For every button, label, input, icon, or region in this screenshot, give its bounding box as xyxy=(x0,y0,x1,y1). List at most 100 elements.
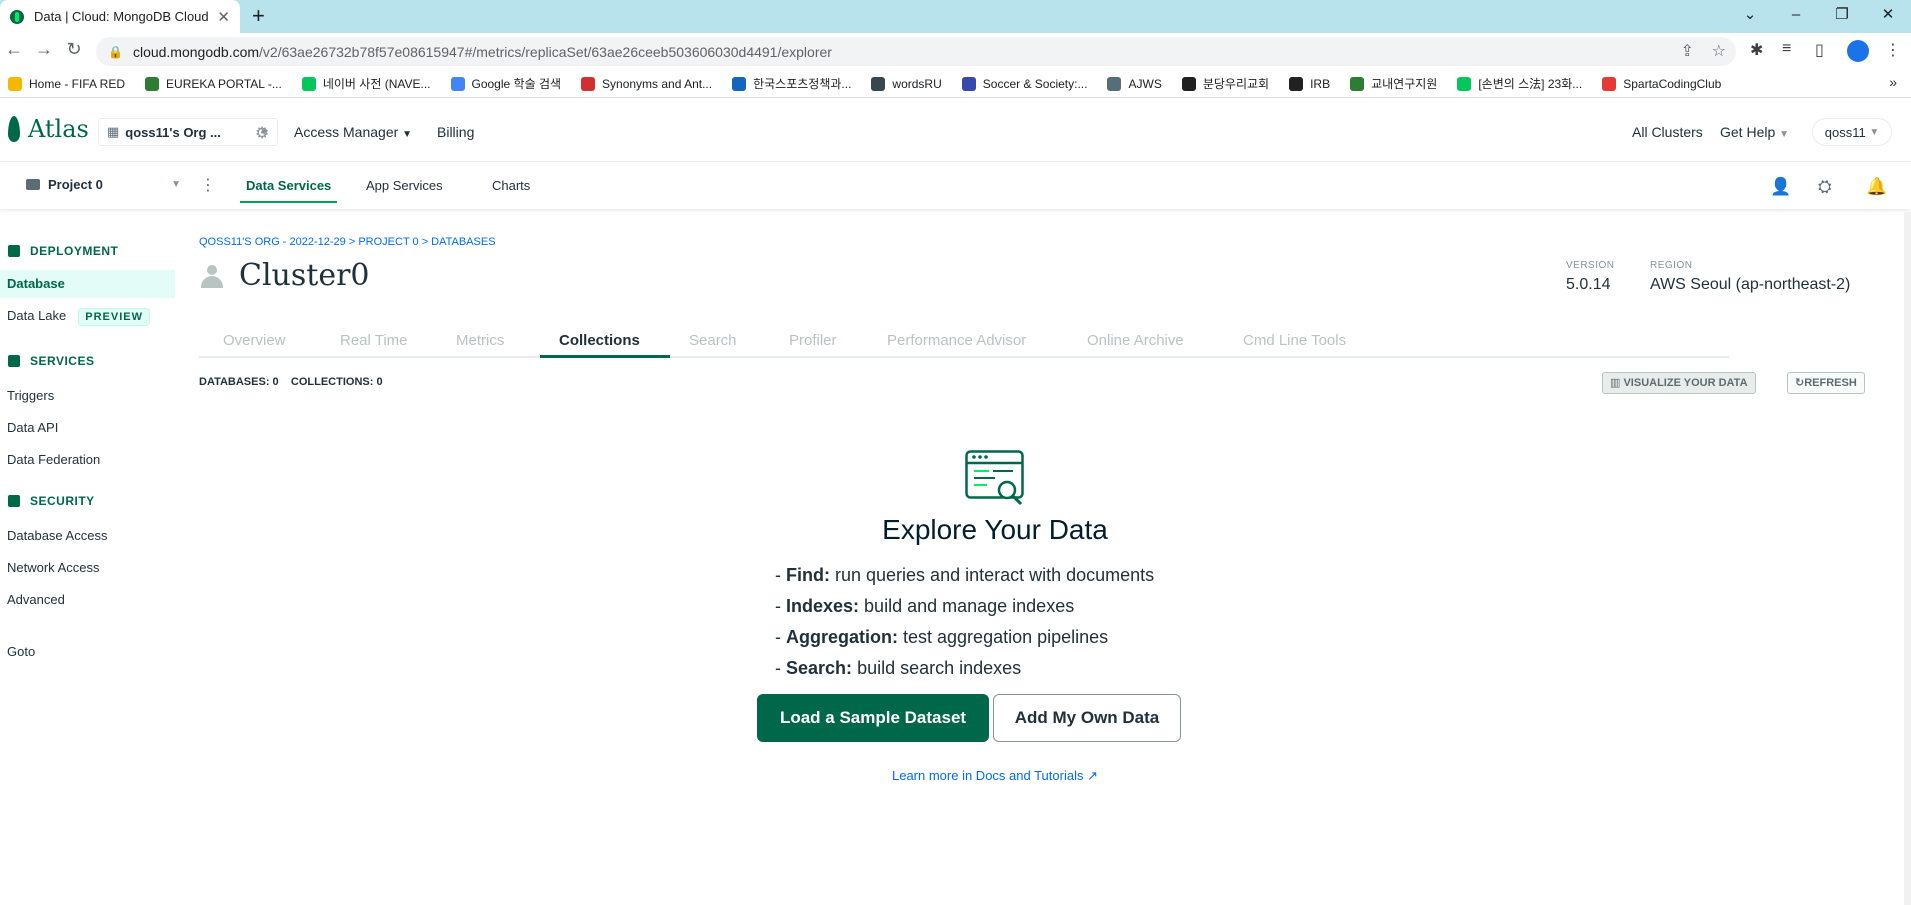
version-value: 5.0.14 xyxy=(1566,276,1611,293)
window-close-icon[interactable]: ✕ xyxy=(1865,0,1911,30)
tab-data-services[interactable]: Data Services xyxy=(239,178,338,203)
tab-cmd-line-tools[interactable]: Cmd Line Tools xyxy=(1243,332,1346,349)
url-input[interactable]: 🔒 cloud.mongodb.com/v2/63ae26732b78f57e0… xyxy=(96,37,1736,66)
forward-icon[interactable]: → xyxy=(32,39,56,60)
tab-title: Data | Cloud: MongoDB Cloud xyxy=(34,9,209,24)
caret-down-icon: ▼ xyxy=(402,129,413,140)
services-icon xyxy=(8,355,20,367)
bookmark-label: EUREKA PORTAL -... xyxy=(166,76,282,91)
cluster-icon xyxy=(199,263,225,289)
feature-name: Indexes: xyxy=(786,596,860,616)
get-help-menu[interactable]: Get Help ▼ xyxy=(1720,124,1789,140)
all-clusters-link[interactable]: All Clusters xyxy=(1632,124,1703,140)
bookmark-item[interactable]: 교내연구지원 xyxy=(1350,75,1437,92)
tab-app-services[interactable]: App Services xyxy=(366,178,443,193)
browser-tab[interactable]: Data | Cloud: MongoDB Cloud ✕ xyxy=(0,0,240,33)
bookmark-item[interactable]: AJWS xyxy=(1107,76,1162,91)
minimize-icon[interactable]: – xyxy=(1773,0,1819,30)
bookmark-item[interactable]: Soccer & Society:... xyxy=(961,76,1087,91)
address-bar-row: ← → ↻ 🔒 cloud.mongodb.com/v2/63ae26732b7… xyxy=(0,33,1911,70)
bookmark-item[interactable]: Home - FIFA RED xyxy=(8,76,126,91)
bookmark-favicon-icon xyxy=(581,76,596,91)
tab-close-icon[interactable]: ✕ xyxy=(217,8,230,26)
get-help-label: Get Help xyxy=(1720,124,1776,140)
bookmark-label: Synonyms and Ant... xyxy=(602,76,713,91)
sidebar-item-data-api[interactable]: Data API xyxy=(0,414,175,442)
bookmark-favicon-icon xyxy=(1350,76,1365,91)
share-star-icons[interactable]: ⇪ ☆ xyxy=(1680,41,1726,61)
billing-link[interactable]: Billing xyxy=(437,124,474,140)
bookmark-label: Google 학술 검색 xyxy=(471,77,562,91)
org-selector[interactable]: ▦ qoss11's Org ... ▼ xyxy=(98,118,278,146)
sidebar-item-data-federation[interactable]: Data Federation xyxy=(0,446,175,474)
profile-avatar-icon[interactable] xyxy=(1847,40,1869,62)
sidebar-item-data-lake[interactable]: Data Lake PREVIEW xyxy=(0,302,175,330)
more-vertical-icon[interactable]: ⋮ xyxy=(200,175,216,195)
activity-feed-icon[interactable]: ⛭ xyxy=(1818,177,1832,197)
add-own-data-button[interactable]: Add My Own Data xyxy=(993,694,1181,742)
section-deployment: DEPLOYMENT xyxy=(8,244,118,258)
tab-real-time[interactable]: Real Time xyxy=(340,332,408,349)
section-label: SECURITY xyxy=(30,494,95,508)
visualize-data-button[interactable]: ▥ VISUALIZE YOUR DATA xyxy=(1602,372,1756,394)
bookmark-item[interactable]: 네이버 사전 (NAVE... xyxy=(301,75,431,92)
tab-collections[interactable]: Collections xyxy=(559,332,640,349)
cluster-tabs: Overview Real Time Metrics Collections S… xyxy=(199,324,1729,358)
tab-online-archive[interactable]: Online Archive xyxy=(1087,332,1184,349)
bell-icon[interactable]: 🔔 xyxy=(1866,177,1887,197)
refresh-button[interactable]: ↻REFRESH xyxy=(1787,372,1865,394)
bookmark-favicon-icon xyxy=(1289,76,1304,91)
lock-icon: 🔒 xyxy=(108,44,123,59)
sidebar-item-triggers[interactable]: Triggers xyxy=(0,382,175,410)
bookmark-favicon-icon xyxy=(450,76,465,91)
bookmark-item[interactable]: Synonyms and Ant... xyxy=(581,76,713,91)
page-title: Cluster0 xyxy=(239,258,370,293)
bookmark-item[interactable]: IRB xyxy=(1289,76,1330,91)
sidebar-item-network-access[interactable]: Network Access xyxy=(0,554,175,582)
sidebar-item-advanced[interactable]: Advanced xyxy=(0,586,175,614)
tab-profiler[interactable]: Profiler xyxy=(789,332,837,349)
bookmark-favicon-icon xyxy=(1107,76,1122,91)
lock-icon xyxy=(8,495,20,507)
bookmark-item[interactable]: wordsRU xyxy=(871,76,942,91)
chrome-menu-icon[interactable]: ⋮ xyxy=(1885,40,1901,60)
invite-user-icon[interactable]: 👤 xyxy=(1770,177,1791,197)
feature-name: Find: xyxy=(786,565,830,585)
access-manager-menu[interactable]: Access Manager ▼ xyxy=(294,124,412,140)
learn-more-label: Learn more in Docs and Tutorials xyxy=(891,768,1084,783)
logo-text: Atlas xyxy=(28,115,89,143)
bookmark-label: Home - FIFA RED xyxy=(29,76,126,91)
side-panel-icon[interactable]: ▯ xyxy=(1815,40,1824,60)
tab-metrics[interactable]: Metrics xyxy=(456,332,504,349)
tab-search[interactable]: Search xyxy=(689,332,737,349)
breadcrumb[interactable]: QOSS11'S ORG - 2022-12-29 > PROJECT 0 > … xyxy=(199,236,496,248)
bookmark-item[interactable]: Google 학술 검색 xyxy=(450,75,562,92)
tab-search-icon[interactable]: ⌄ xyxy=(1727,0,1773,30)
sidebar-item-database-access[interactable]: Database Access xyxy=(0,522,175,550)
user-menu[interactable]: qoss11 ▼ xyxy=(1812,118,1892,146)
atlas-logo[interactable]: Atlas xyxy=(8,115,89,143)
extensions-icon[interactable]: ✱ xyxy=(1750,40,1763,60)
bookmark-item[interactable]: 한국스포츠정책과... xyxy=(732,75,851,92)
tab-overview[interactable]: Overview xyxy=(223,332,286,349)
bookmark-item[interactable]: SpartaCodingClub xyxy=(1602,76,1721,91)
tab-performance-advisor[interactable]: Performance Advisor xyxy=(887,332,1026,349)
project-selector[interactable]: Project 0 ▼ xyxy=(26,177,181,192)
sidebar-item-goto[interactable]: Goto xyxy=(0,638,175,666)
scrollbar[interactable] xyxy=(1904,212,1911,905)
bookmarks-overflow-icon[interactable]: » xyxy=(1889,74,1897,90)
tab-charts[interactable]: Charts xyxy=(492,178,530,193)
bookmark-item[interactable]: EUREKA PORTAL -... xyxy=(145,76,282,91)
restore-icon[interactable]: ❐ xyxy=(1819,0,1865,30)
load-sample-dataset-button[interactable]: Load a Sample Dataset xyxy=(757,694,989,742)
back-icon[interactable]: ← xyxy=(2,39,26,60)
learn-more-link[interactable]: Learn more in Docs and Tutorials ↗ xyxy=(845,768,1145,784)
gear-icon[interactable]: ⚙ xyxy=(255,123,269,143)
bookmark-item[interactable]: 분당우리교회 xyxy=(1181,75,1269,92)
media-icon[interactable]: ≡ xyxy=(1782,40,1791,58)
sidebar-item-database[interactable]: Database xyxy=(0,270,175,298)
bookmark-item[interactable]: [손변의 스法] 23화... xyxy=(1457,75,1582,92)
caret-down-icon: ▼ xyxy=(171,179,181,190)
reload-icon[interactable]: ↻ xyxy=(62,39,86,60)
new-tab-icon[interactable]: + xyxy=(252,3,265,29)
